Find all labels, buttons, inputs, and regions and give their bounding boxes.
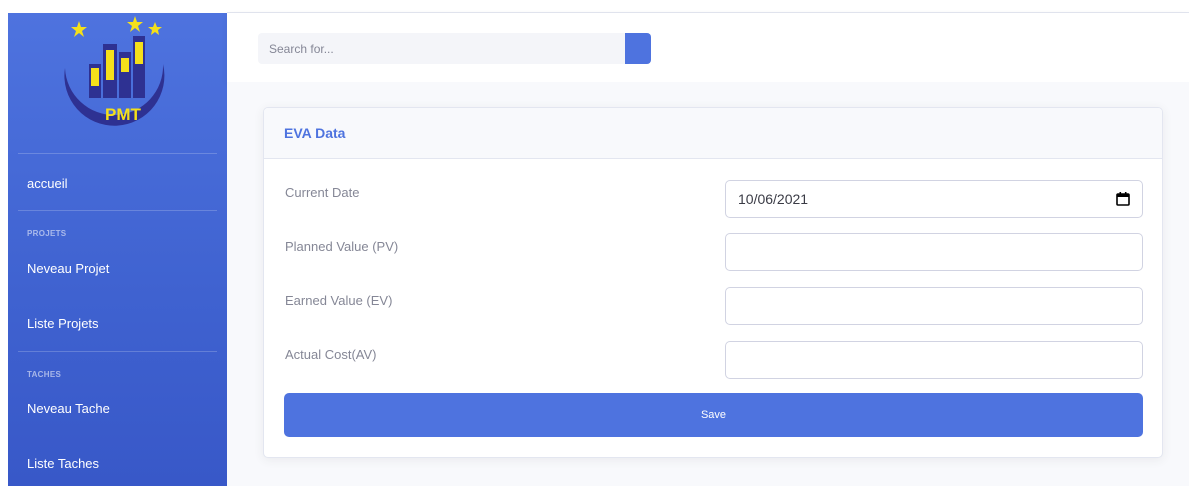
sidebar-item-liste-taches[interactable]: Liste Taches	[8, 456, 227, 471]
search-button[interactable]	[625, 33, 651, 64]
current-date-value: 10/06/2021	[738, 191, 809, 207]
sidebar-item-neveau-tache[interactable]: Neveau Tache	[8, 401, 227, 416]
sidebar-item-accueil[interactable]: accueil	[8, 176, 227, 191]
sidebar: PMT accueil PROJETS Neveau Projet Liste …	[8, 13, 227, 486]
card-title: EVA Data	[284, 125, 346, 141]
actual-cost-input[interactable]	[725, 341, 1143, 379]
current-date-input[interactable]: 10/06/2021	[725, 180, 1143, 218]
calendar-icon[interactable]	[1116, 192, 1130, 206]
sidebar-item-neveau-projet[interactable]: Neveau Projet	[8, 261, 227, 276]
topbar	[227, 13, 1189, 82]
save-button[interactable]: Save	[284, 393, 1143, 437]
earned-value-label: Earned Value (EV)	[285, 293, 393, 308]
planned-value-input[interactable]	[725, 233, 1143, 271]
pmt-logo[interactable]: PMT	[51, 16, 177, 138]
actual-cost-label: Actual Cost(AV)	[285, 347, 377, 362]
sidebar-heading-projets: PROJETS	[27, 229, 67, 238]
card-header: EVA Data	[264, 108, 1162, 159]
sidebar-item-liste-projets[interactable]: Liste Projets	[8, 316, 227, 331]
sidebar-divider	[18, 210, 217, 211]
search-input[interactable]	[258, 33, 625, 64]
sidebar-heading-taches: TACHES	[27, 370, 62, 379]
brand-initials: PMT	[105, 105, 142, 124]
planned-value-label: Planned Value (PV)	[285, 239, 399, 254]
eva-data-card: EVA Data Current Date 10/06/2021 Planned…	[263, 107, 1163, 458]
earned-value-input[interactable]	[725, 287, 1143, 325]
sidebar-divider	[18, 153, 217, 154]
current-date-label: Current Date	[285, 185, 360, 200]
sidebar-divider	[18, 351, 217, 352]
